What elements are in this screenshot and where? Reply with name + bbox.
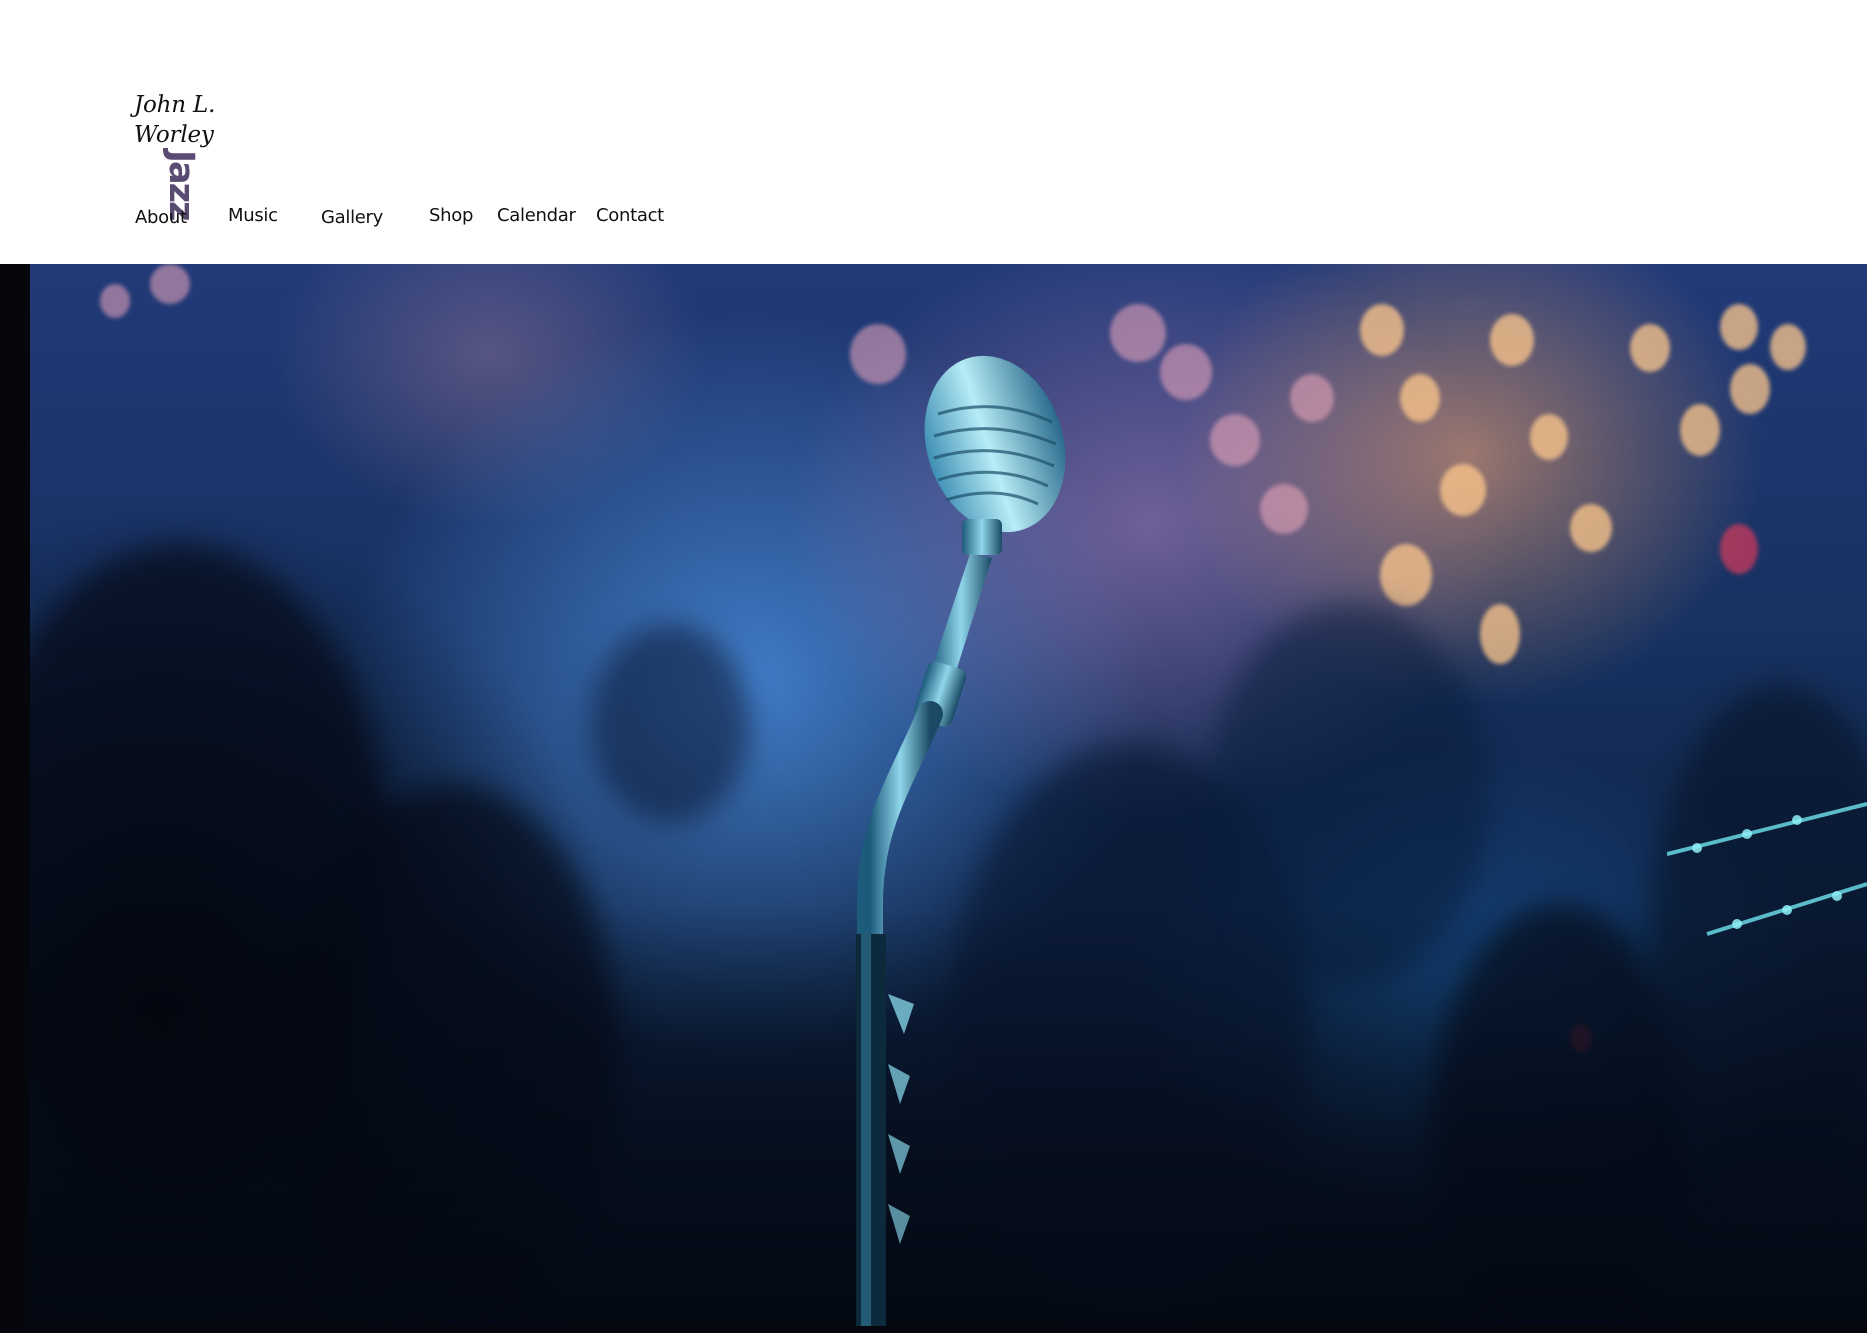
bokeh-light: [1720, 304, 1758, 350]
nav-calendar[interactable]: Calendar: [497, 205, 576, 227]
nav-music[interactable]: Music: [228, 205, 278, 227]
guitar-headstock-icon: [1667, 802, 1867, 936]
bokeh-light: [1400, 374, 1440, 422]
microphone-icon: [856, 355, 1066, 1326]
bokeh-light: [1110, 304, 1166, 362]
bokeh-light: [1290, 374, 1334, 422]
bokeh-light: [1360, 304, 1404, 356]
nav-shop[interactable]: Shop: [429, 205, 473, 227]
site-logo[interactable]: John L. Worley Jazz: [130, 86, 240, 219]
bokeh-light: [1490, 314, 1534, 366]
hero-photo-microphone-concert: [30, 264, 1867, 1326]
bokeh-light: [1530, 414, 1568, 460]
nav-contact[interactable]: Contact: [596, 205, 664, 227]
logo-name-line-1: John L.: [134, 92, 216, 118]
site-header: John L. Worley Jazz About Music Gallery …: [0, 0, 1867, 264]
nav-gallery[interactable]: Gallery: [321, 207, 383, 229]
bokeh-light: [1210, 414, 1260, 466]
bokeh-light: [1770, 324, 1806, 370]
bokeh-light: [1680, 404, 1720, 456]
logo-name-line-2: Worley: [134, 122, 214, 148]
page: John L. Worley Jazz About Music Gallery …: [0, 0, 1867, 1333]
bokeh-light: [1730, 364, 1770, 414]
hero-banner: [0, 264, 1867, 1333]
bokeh-light: [1260, 484, 1308, 534]
bokeh-light: [1570, 504, 1612, 552]
bokeh-light: [1720, 524, 1758, 574]
bokeh-light: [1480, 604, 1520, 664]
bokeh-light: [1160, 344, 1212, 400]
nav-about[interactable]: About: [135, 207, 187, 229]
bokeh-light: [1380, 544, 1432, 606]
bokeh-light: [1440, 464, 1486, 516]
bokeh-light: [1630, 324, 1670, 372]
